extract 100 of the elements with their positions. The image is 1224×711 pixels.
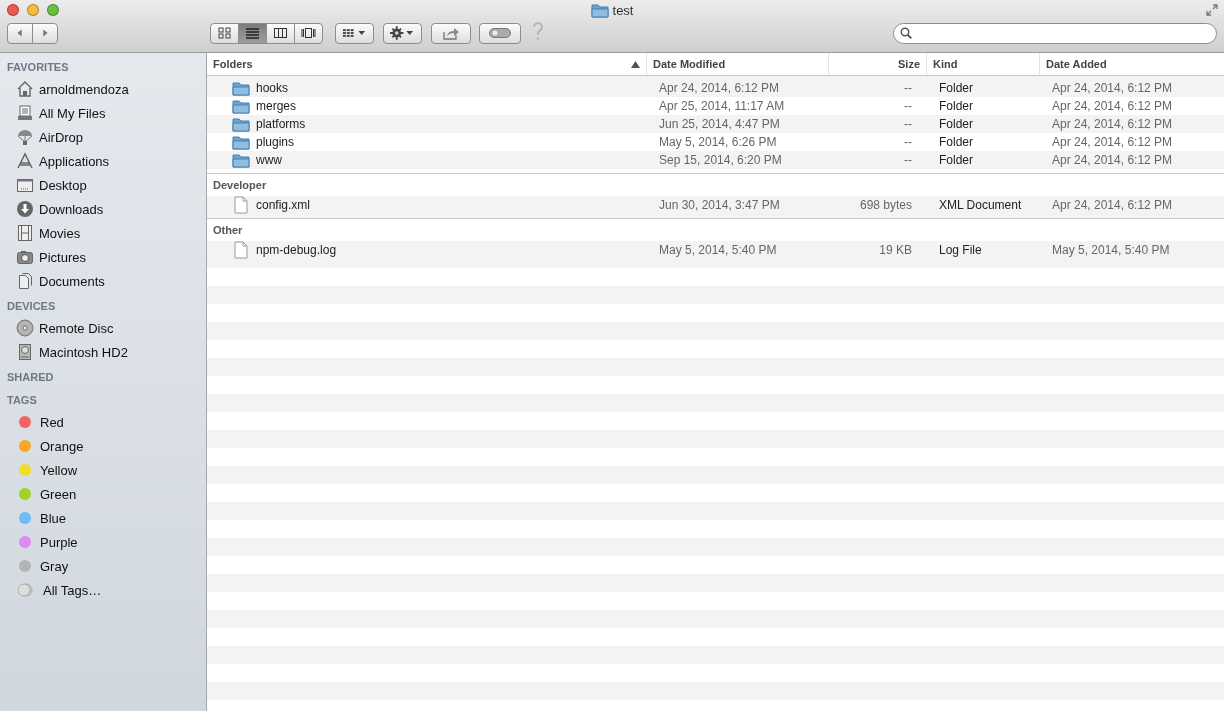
- file-name[interactable]: merges: [256, 99, 296, 113]
- cover-flow-icon: [301, 26, 316, 40]
- table-cell: May 5, 2014, 5:40 PM: [1052, 243, 1170, 257]
- sidebar-heading: DEVICES: [6, 299, 57, 314]
- folder-icon: [232, 116, 250, 132]
- gear-icon: [390, 26, 415, 40]
- table-cell: --: [904, 81, 912, 95]
- window-title: test: [612, 2, 634, 18]
- sidebar-item[interactable]: Documents: [39, 273, 105, 289]
- sidebar-item[interactable]: Red: [40, 414, 64, 430]
- sidebar-heading: TAGS: [6, 393, 38, 408]
- back-button[interactable]: [7, 22, 33, 44]
- sidebar-item[interactable]: arnoldmendoza: [39, 81, 129, 97]
- group-heading: Other: [213, 224, 243, 236]
- sidebar-item[interactable]: Purple: [40, 534, 78, 550]
- sidebar-item[interactable]: Movies: [39, 225, 81, 241]
- table-cell: --: [904, 153, 912, 167]
- table-cell: Apr 24, 2014, 6:12 PM: [1052, 81, 1173, 95]
- hard-drive-icon: [16, 343, 34, 361]
- search-icon: [900, 27, 912, 39]
- parachute-icon: [16, 128, 34, 146]
- folder-icon: [590, 2, 609, 18]
- table-cell: Folder: [939, 117, 973, 131]
- download-icon: [16, 200, 34, 218]
- forward-button[interactable]: [32, 22, 58, 44]
- arrange-button[interactable]: [335, 22, 374, 44]
- column-header[interactable]: Date Added: [1046, 58, 1107, 70]
- file-name[interactable]: hooks: [256, 81, 289, 95]
- home-icon: [16, 80, 34, 98]
- fullscreen-icon: [1206, 4, 1218, 16]
- column-header[interactable]: Folders: [213, 58, 253, 70]
- disc-icon: [16, 319, 34, 337]
- table-cell: May 5, 2014, 6:26 PM: [659, 135, 777, 149]
- sidebar-item[interactable]: Blue: [40, 510, 67, 526]
- sidebar-item[interactable]: Macintosh HD2: [39, 344, 128, 360]
- table-cell: Jun 30, 2014, 3:47 PM: [659, 198, 780, 212]
- icon-view-icon: [217, 26, 232, 40]
- files-stack-icon: [16, 104, 34, 122]
- table-cell: Apr 24, 2014, 6:12 PM: [1052, 198, 1173, 212]
- file-name[interactable]: plugins: [256, 135, 295, 149]
- table-cell: --: [904, 135, 912, 149]
- table-cell: Apr 24, 2014, 6:12 PM: [1052, 117, 1173, 131]
- table-cell: Folder: [939, 135, 973, 149]
- column-view-icon: [273, 26, 288, 40]
- table-cell: --: [904, 117, 912, 131]
- sidebar-item[interactable]: Yellow: [40, 462, 78, 478]
- tags-button[interactable]: [479, 22, 521, 44]
- view-mode-button[interactable]: [266, 22, 295, 44]
- table-cell: Apr 24, 2014, 6:12 PM: [1052, 135, 1173, 149]
- table-cell: Sep 15, 2014, 6:20 PM: [659, 153, 782, 167]
- table-cell: Folder: [939, 99, 973, 113]
- arrange-grid-icon: [342, 27, 367, 39]
- sidebar-item[interactable]: Downloads: [39, 201, 104, 217]
- folder-icon: [232, 152, 250, 168]
- table-cell: Apr 25, 2014, 11:17 AM: [659, 99, 785, 113]
- group-heading: Developer: [213, 179, 267, 191]
- tag-toggle-icon: [489, 28, 511, 38]
- sidebar-item[interactable]: AirDrop: [39, 129, 84, 145]
- table-cell: Jun 25, 2014, 4:47 PM: [659, 117, 780, 131]
- folder-icon: [232, 98, 250, 114]
- table-cell: --: [904, 99, 912, 113]
- zoom-button[interactable]: [47, 4, 59, 16]
- column-header[interactable]: Date Modified: [653, 58, 726, 70]
- sidebar-item[interactable]: All Tags…: [43, 582, 102, 598]
- sidebar-heading: FAVORITES: [6, 60, 70, 75]
- sidebar-item[interactable]: Remote Disc: [39, 320, 114, 336]
- search-field[interactable]: [893, 22, 1217, 44]
- share-icon: [442, 26, 460, 40]
- file-name[interactable]: npm-debug.log: [256, 243, 337, 257]
- sidebar-item[interactable]: Orange: [40, 438, 84, 454]
- sidebar-item[interactable]: Gray: [40, 558, 69, 574]
- table-cell: 19 KB: [879, 243, 912, 257]
- action-button[interactable]: [383, 22, 422, 44]
- minimize-button[interactable]: [27, 4, 39, 16]
- folder-icon: [232, 80, 250, 96]
- column-header[interactable]: Size: [898, 58, 920, 70]
- sidebar-item[interactable]: Green: [40, 486, 77, 502]
- file-name[interactable]: platforms: [256, 117, 306, 131]
- desktop-icon: [16, 176, 34, 194]
- table-cell: Apr 24, 2014, 6:12 PM: [1052, 153, 1173, 167]
- file-name[interactable]: config.xml: [256, 198, 311, 212]
- table-cell: Apr 24, 2014, 6:12 PM: [659, 81, 780, 95]
- sidebar-item[interactable]: Desktop: [39, 177, 87, 193]
- table-cell: Folder: [939, 153, 973, 167]
- sidebar-heading: SHARED: [6, 370, 55, 385]
- share-button[interactable]: [431, 22, 471, 44]
- camera-icon: [16, 248, 34, 266]
- file-name[interactable]: www: [256, 153, 282, 167]
- folder-icon: [232, 134, 250, 150]
- column-header[interactable]: Kind: [933, 58, 958, 70]
- view-mode-button[interactable]: [294, 22, 323, 44]
- sidebar-item[interactable]: Applications: [39, 153, 110, 169]
- documents-icon: [16, 272, 34, 290]
- sidebar-item[interactable]: All My Files: [39, 105, 106, 121]
- table-cell: XML Document: [939, 198, 1022, 212]
- table-cell: May 5, 2014, 5:40 PM: [659, 243, 777, 257]
- table-cell: Apr 24, 2014, 6:12 PM: [1052, 99, 1173, 113]
- view-mode-button[interactable]: [238, 22, 267, 44]
- sidebar-item[interactable]: Pictures: [39, 249, 86, 265]
- close-button[interactable]: [7, 4, 19, 16]
